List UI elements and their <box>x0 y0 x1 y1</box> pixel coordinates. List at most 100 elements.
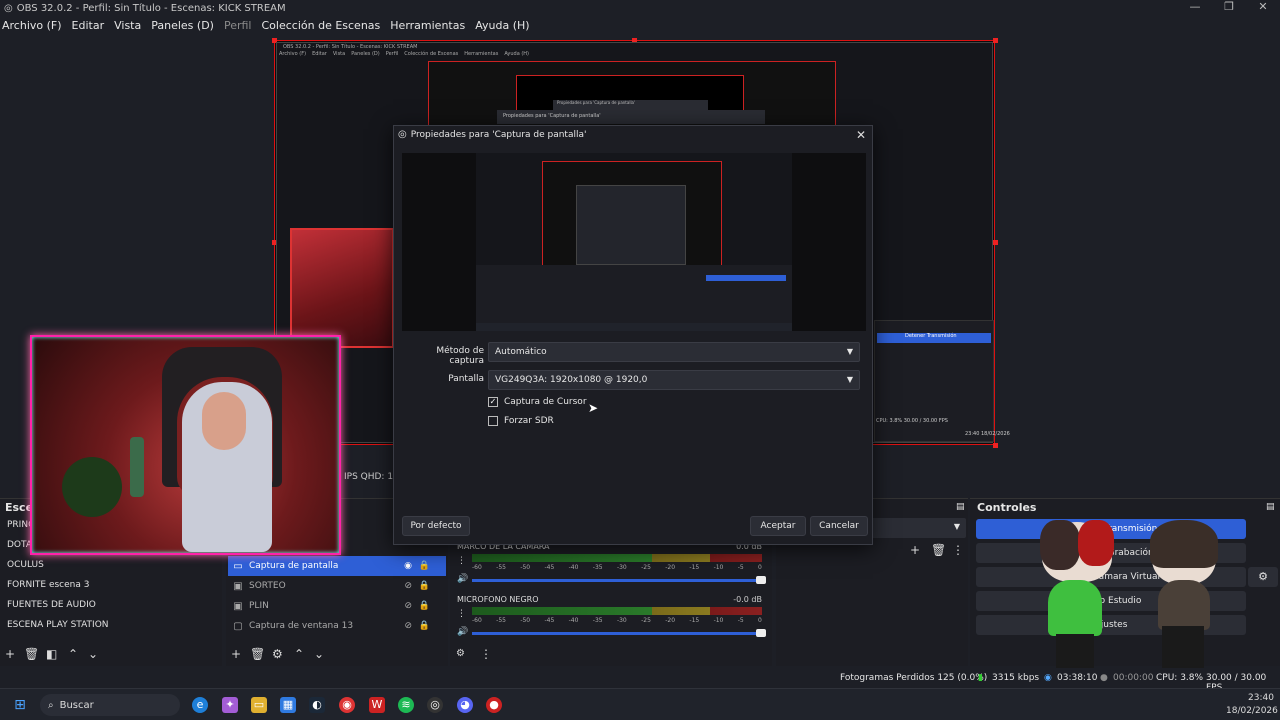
force-sdr-checkbox[interactable]: Forzar SDR <box>488 416 554 426</box>
maximize-button[interactable]: ❐ <box>1212 0 1246 13</box>
volume-slider[interactable] <box>472 629 766 637</box>
menu-archivo[interactable]: Archivo (F) <box>2 19 62 32</box>
transition-menu-icon[interactable]: ⋮ <box>952 543 964 557</box>
scene-item[interactable]: OCULUS <box>7 557 44 573</box>
lock-icon[interactable]: 🔒 <box>419 561 430 571</box>
scene-item[interactable]: FORNITE escena 3 <box>7 577 89 593</box>
menu-herramientas[interactable]: Herramientas <box>390 19 465 32</box>
chevron-down-icon: ▼ <box>846 347 853 356</box>
folder-icon[interactable]: ▭ <box>251 697 267 713</box>
tick: -30 <box>616 617 627 624</box>
taskbar-search[interactable]: ⌕ Buscar <box>40 694 180 716</box>
resize-handle[interactable] <box>993 240 998 245</box>
mouse-cursor-icon: ➤ <box>588 401 599 415</box>
windows-start-icon[interactable]: ⊞ <box>12 697 28 713</box>
edge-icon[interactable]: e <box>192 697 208 713</box>
window-icon: ▢ <box>233 620 243 632</box>
gear-icon[interactable]: ⚙ <box>1248 567 1278 587</box>
visibility-hidden-icon[interactable]: ⊘ <box>404 601 412 611</box>
menu-perfil[interactable]: Perfil <box>224 19 252 32</box>
volume-slider[interactable] <box>472 576 766 584</box>
steam-icon[interactable]: ◐ <box>309 697 325 713</box>
capture-cursor-checkbox[interactable]: ✓ Captura de Cursor <box>488 397 587 407</box>
move-down-icon[interactable]: ⌄ <box>88 647 98 661</box>
add-scene-icon[interactable]: + <box>5 647 15 661</box>
scene-item[interactable]: DOTA <box>7 537 32 553</box>
slider-knob[interactable] <box>756 629 766 637</box>
visibility-hidden-icon[interactable]: ⊘ <box>404 581 412 591</box>
speaker-icon[interactable]: 🔊 <box>457 574 468 584</box>
filters-scene-icon[interactable]: ◧ <box>46 647 57 661</box>
move-down-icon[interactable]: ⌄ <box>314 647 324 661</box>
app-icon[interactable]: ● <box>486 697 502 713</box>
slider-knob[interactable] <box>756 576 766 584</box>
screen-select[interactable]: VG249Q3A: 1920x1080 @ 1920,0 ▼ <box>488 370 860 390</box>
chrome-icon[interactable]: ◉ <box>339 697 355 713</box>
source-properties-icon[interactable]: ⚙ <box>272 647 283 661</box>
copilot-icon[interactable]: ✦ <box>222 697 238 713</box>
channel-menu-icon[interactable]: ⋮ <box>457 609 466 619</box>
visibility-eye-icon[interactable]: ◉ <box>404 561 412 571</box>
obs-logo-icon: ◎ <box>398 129 407 140</box>
scene-item[interactable]: ESCENA PLAY STATION <box>7 617 109 633</box>
capture-method-select[interactable]: Automático ▼ <box>488 342 860 362</box>
nested-stop-stream: Detener Transmisión <box>877 333 991 343</box>
checkbox-unchecked-icon[interactable] <box>488 416 498 426</box>
speaker-icon[interactable]: 🔊 <box>457 627 468 637</box>
move-up-icon[interactable]: ⌃ <box>68 647 78 661</box>
lock-icon[interactable]: 🔒 <box>419 621 430 631</box>
dock-menu-icon[interactable]: ▤ <box>956 502 965 512</box>
source-item[interactable]: ▢ Captura de ventana 13 ⊘ 🔒 <box>228 616 446 636</box>
tick: -35 <box>592 564 603 571</box>
record-time: 00:00:00 <box>1113 673 1154 683</box>
close-icon[interactable]: ✕ <box>856 128 866 142</box>
tick: -45 <box>544 617 555 624</box>
menu-ayuda[interactable]: Ayuda (H) <box>475 19 529 32</box>
visibility-hidden-icon[interactable]: ⊘ <box>404 621 412 631</box>
checkbox-checked-icon[interactable]: ✓ <box>488 397 498 407</box>
resize-handle[interactable] <box>993 38 998 43</box>
store-icon[interactable]: ▦ <box>280 697 296 713</box>
defaults-button[interactable]: Por defecto <box>402 516 470 536</box>
lock-icon[interactable]: 🔒 <box>419 601 430 611</box>
mixer-settings-icon[interactable]: ⚙ <box>456 648 465 659</box>
stream-time: 03:38:10 <box>1057 673 1098 683</box>
remove-transition-icon[interactable]: 🗑 <box>931 543 946 557</box>
menu-vista[interactable]: Vista <box>114 19 141 32</box>
source-label: Captura de pantalla <box>249 561 339 571</box>
image-icon: ▣ <box>233 580 243 592</box>
wps-icon[interactable]: W <box>369 697 385 713</box>
resize-handle[interactable] <box>993 443 998 448</box>
source-label: Captura de ventana 13 <box>249 621 354 631</box>
channel-menu-icon[interactable]: ⋮ <box>457 556 466 566</box>
menu-coleccion-escenas[interactable]: Colección de Escenas <box>262 19 381 32</box>
source-item[interactable]: ▣ PLIN ⊘ 🔒 <box>228 596 446 616</box>
obs-icon[interactable]: ◎ <box>427 697 443 713</box>
mixer-menu-icon[interactable]: ⋮ <box>480 647 492 661</box>
remove-scene-icon[interactable]: 🗑 <box>24 647 39 661</box>
close-window-button[interactable]: ✕ <box>1246 0 1280 13</box>
webcam-overlay-small[interactable] <box>290 228 394 348</box>
minimize-button[interactable]: — <box>1178 0 1212 13</box>
menu-editar[interactable]: Editar <box>72 19 105 32</box>
source-item[interactable]: ▭ Captura de pantalla ◉ 🔒 <box>228 556 446 576</box>
capture-method-label: Método de captura <box>436 346 484 366</box>
tick: -55 <box>496 564 506 571</box>
remove-source-icon[interactable]: 🗑 <box>250 647 265 661</box>
nested-status: CPU: 3.8% 30.00 / 30.00 FPS <box>876 418 948 424</box>
tick: -55 <box>496 617 506 624</box>
move-up-icon[interactable]: ⌃ <box>294 647 304 661</box>
lock-icon[interactable]: 🔒 <box>419 581 430 591</box>
source-item[interactable]: ▣ SORTEO ⊘ 🔒 <box>228 576 446 596</box>
tick: -15 <box>689 564 700 571</box>
cancel-button[interactable]: Cancelar <box>810 516 868 536</box>
scene-item[interactable]: FUENTES DE AUDIO <box>7 597 96 613</box>
add-source-icon[interactable]: + <box>231 647 241 661</box>
nested-menu-item: Vista <box>332 51 346 57</box>
add-transition-icon[interactable]: + <box>910 543 920 557</box>
discord-icon[interactable]: ◕ <box>457 697 473 713</box>
menu-paneles[interactable]: Paneles (D) <box>151 19 214 32</box>
webcam-overlay[interactable] <box>30 335 341 555</box>
spotify-icon[interactable]: ≋ <box>398 697 414 713</box>
accept-button[interactable]: Aceptar <box>750 516 806 536</box>
